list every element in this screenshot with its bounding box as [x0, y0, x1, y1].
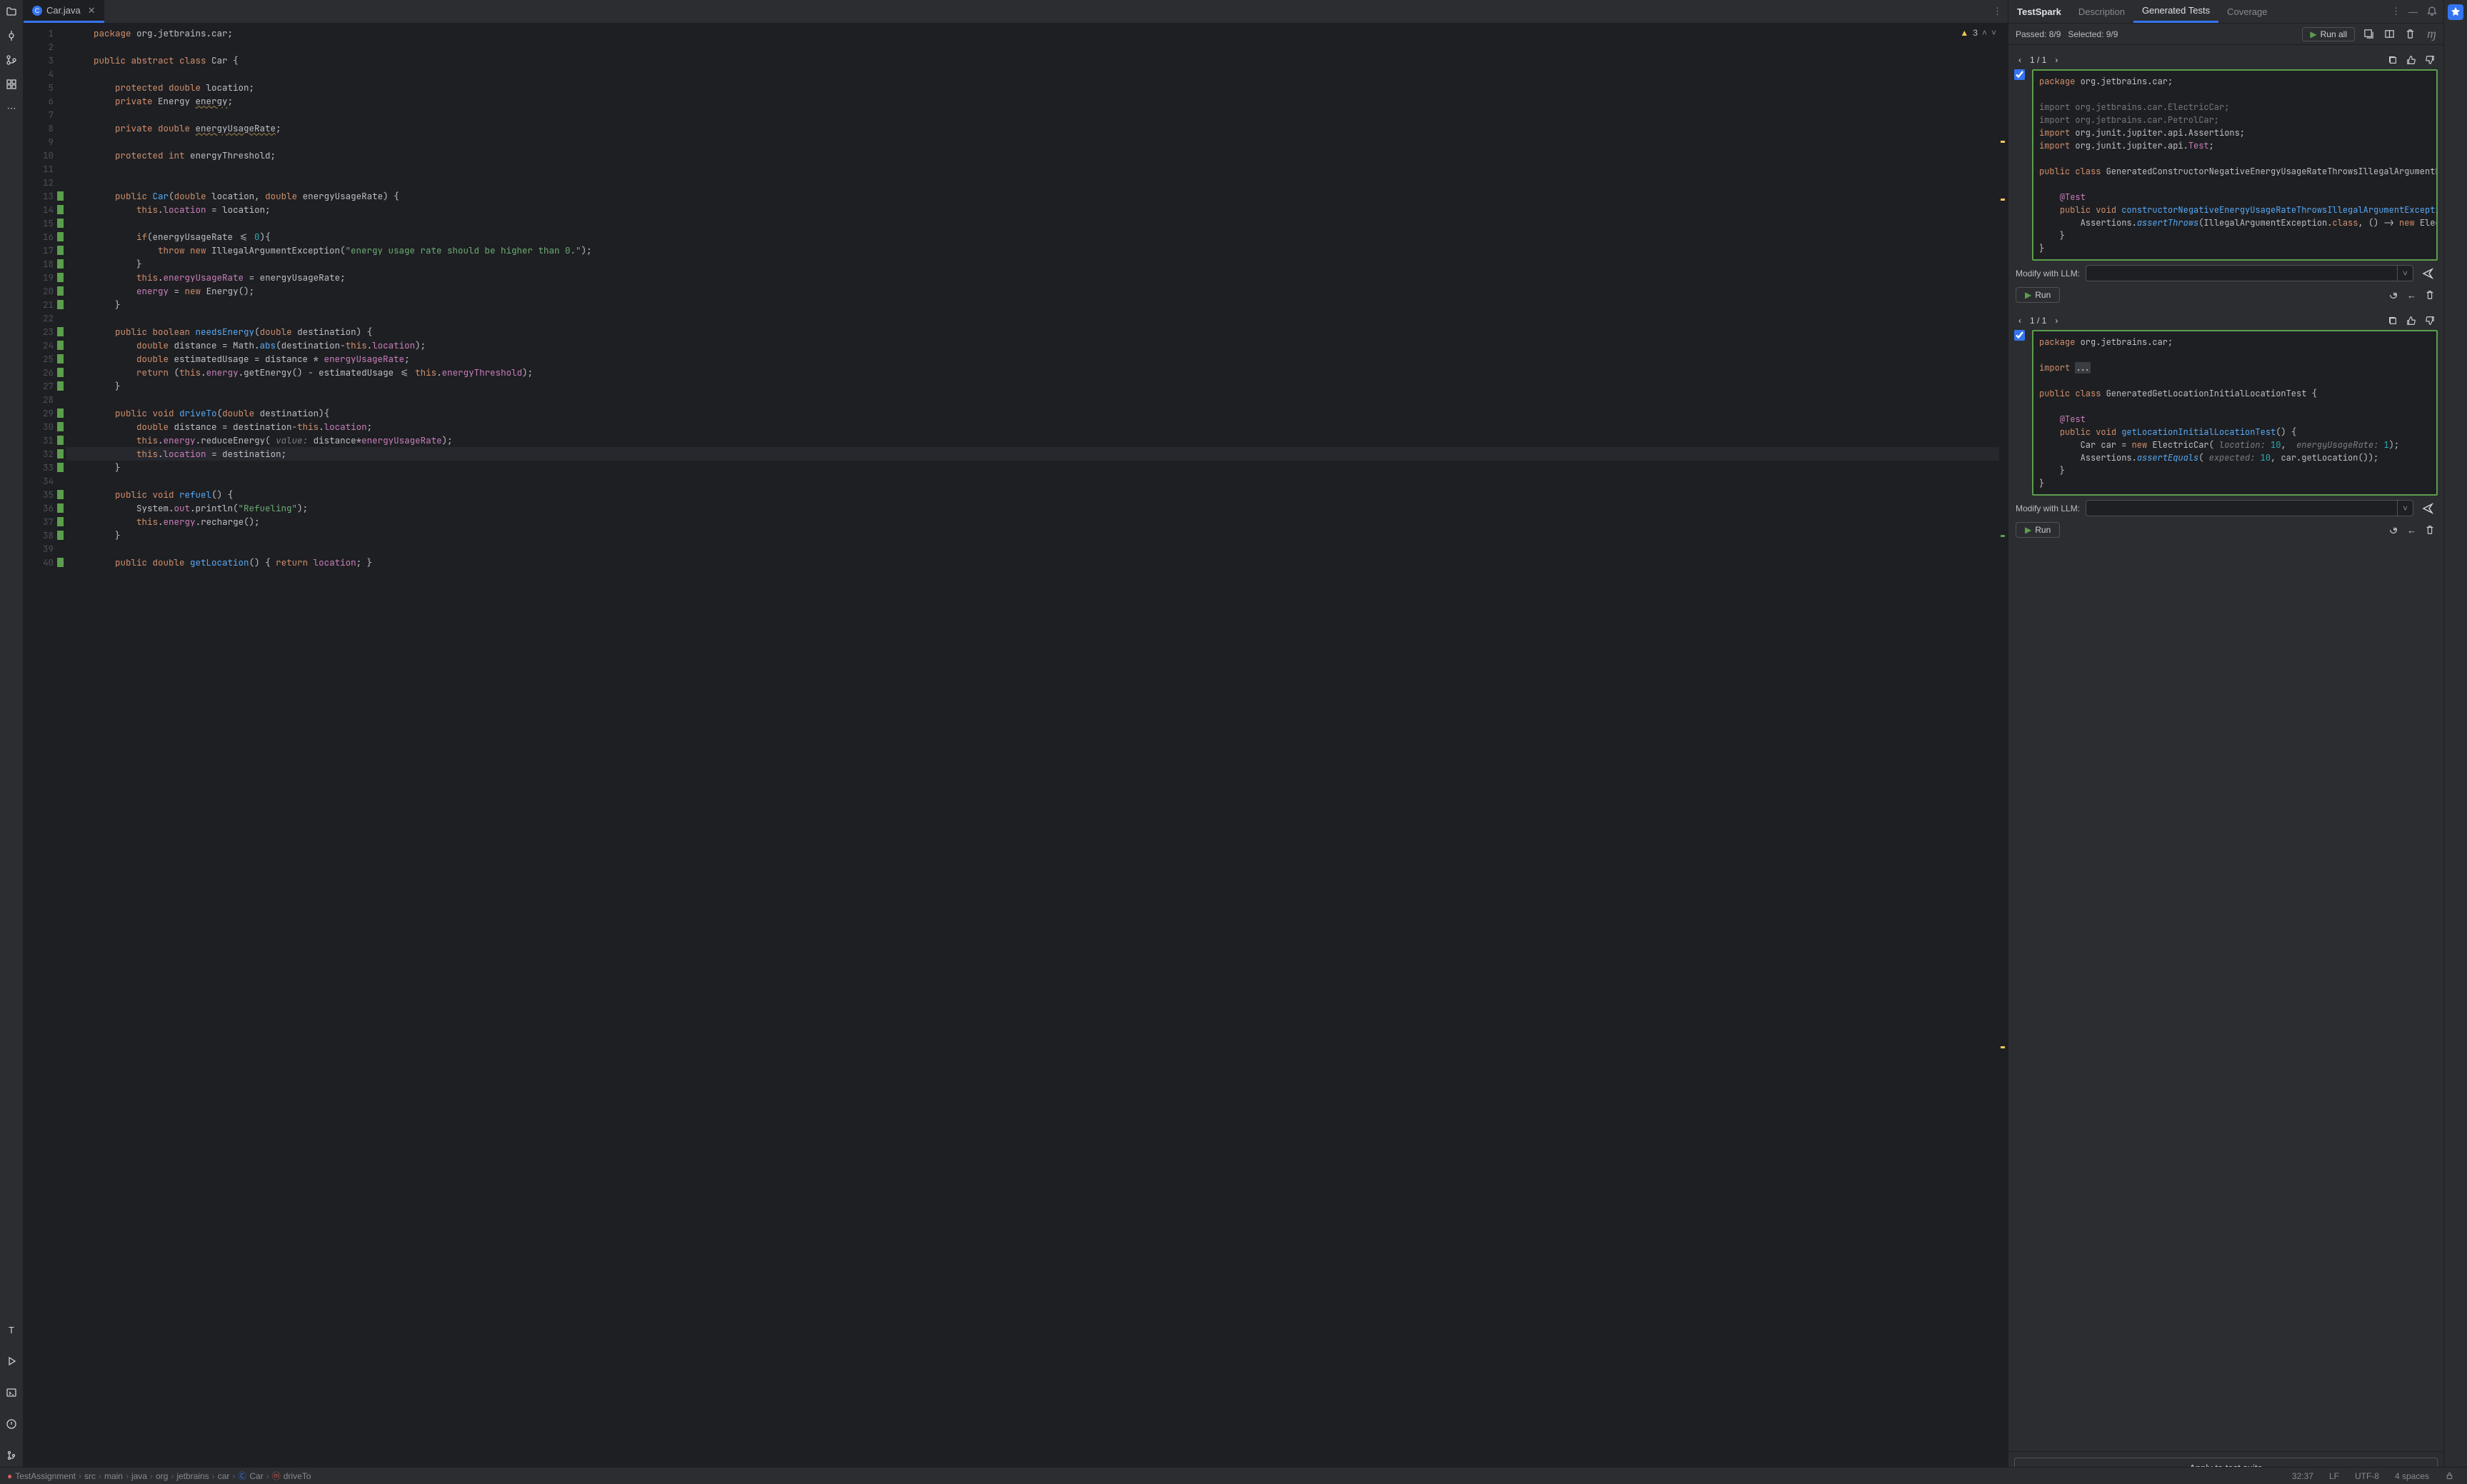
close-tab-icon[interactable]: ✕: [88, 5, 96, 16]
test-code[interactable]: package org.jetbrains.car; import ... pu…: [2032, 330, 2438, 496]
tab-description[interactable]: Description: [2070, 0, 2133, 23]
gutter: 123◉456789101112131415161718192021222324…: [24, 24, 66, 1484]
back-icon[interactable]: ←: [2406, 289, 2418, 302]
modify-input[interactable]: [2086, 265, 2398, 281]
toggle-icon[interactable]: [2383, 27, 2396, 41]
tab-more-icon[interactable]: ⋮: [1993, 6, 2002, 17]
right-toolbar: [2443, 0, 2467, 1484]
passed-count: Passed: 8/9: [2016, 29, 2061, 39]
play-icon: ▶: [2310, 29, 2316, 39]
inspection-widget[interactable]: ▲ 3 ˄ ˅: [1960, 28, 1996, 38]
project-icon[interactable]: [4, 4, 19, 19]
run-test-button[interactable]: ▶Run: [2016, 522, 2060, 538]
copy-icon[interactable]: [2386, 54, 2399, 66]
tab-coverage[interactable]: Coverage: [2218, 0, 2276, 23]
delete-all-icon[interactable]: [2403, 27, 2417, 41]
testspark-tabs: TestSpark Description Generated Tests Co…: [2008, 0, 2443, 24]
test-code[interactable]: package org.jetbrains.car; import org.je…: [2032, 69, 2438, 261]
run-tool-icon[interactable]: [4, 1354, 19, 1368]
warning-icon: ▲: [1960, 28, 1968, 38]
select-all-icon[interactable]: [2362, 27, 2376, 41]
test-checkbox[interactable]: [2014, 69, 2025, 80]
test-nav-counter: 1 / 1: [2030, 55, 2046, 65]
modify-label: Modify with LLM:: [2016, 503, 2080, 513]
java-class-icon: C: [32, 6, 42, 16]
modify-input[interactable]: [2086, 500, 2398, 516]
readonly-icon[interactable]: [2439, 1471, 2460, 1480]
line-separator[interactable]: LF: [2323, 1471, 2345, 1481]
breadcrumbs[interactable]: ● TestAssignment › src › main › java › o…: [7, 1470, 311, 1482]
git-icon[interactable]: [4, 1448, 19, 1463]
editor-tabs: C Car.java ✕ ⋮: [24, 0, 2008, 24]
encoding[interactable]: UTF-8: [2349, 1471, 2385, 1481]
thumbs-up-icon[interactable]: [2405, 54, 2418, 66]
send-icon[interactable]: [2419, 266, 2436, 281]
test-card: ‹ 1 / 1 › package org.jetbrains.car; imp…: [2014, 311, 2438, 539]
status-bar: ● TestAssignment › src › main › java › o…: [0, 1467, 2467, 1484]
editor-column: C Car.java ✕ ⋮ ▲ 3 ˄ ˅ 123◉4567891011121…: [24, 0, 2008, 1484]
prev-test-icon[interactable]: ‹: [2016, 54, 2024, 66]
thumbs-down-icon[interactable]: [2423, 54, 2436, 66]
test-checkbox[interactable]: [2014, 330, 2025, 341]
test-stats-bar: Passed: 8/9 Selected: 9/9 ▶ Run all ɱ: [2008, 24, 2443, 45]
vcs-icon[interactable]: [4, 53, 19, 67]
thumbs-up-icon[interactable]: [2405, 314, 2418, 327]
inspection-up-icon[interactable]: ˄: [1982, 28, 1987, 38]
modify-dropdown-icon[interactable]: ˅: [2398, 265, 2413, 281]
delete-test-icon[interactable]: [2423, 289, 2436, 301]
next-test-icon[interactable]: ›: [2052, 54, 2061, 66]
copy-icon[interactable]: [2386, 314, 2399, 327]
modify-label: Modify with LLM:: [2016, 269, 2080, 279]
error-stripe[interactable]: [1999, 24, 2008, 1484]
next-test-icon[interactable]: ›: [2052, 314, 2061, 327]
run-all-button[interactable]: ▶ Run all: [2302, 27, 2355, 41]
notifications-icon[interactable]: [2426, 6, 2438, 17]
prev-test-icon[interactable]: ‹: [2016, 314, 2024, 327]
testspark-panel: TestSpark Description Generated Tests Co…: [2008, 0, 2443, 1484]
testspark-tool-icon[interactable]: [2448, 4, 2463, 20]
editor[interactable]: ▲ 3 ˄ ˅ 123◉4567891011121314151617181920…: [24, 24, 2008, 1484]
send-icon[interactable]: [2419, 501, 2436, 516]
left-toolbar: ⋯ T: [0, 0, 24, 1484]
model-logo-icon: ɱ: [2427, 26, 2436, 41]
tests-list: ‹ 1 / 1 › package org.jetbrains.car; imp…: [2008, 45, 2443, 1451]
reset-icon[interactable]: [2387, 523, 2400, 536]
tab-generated-tests[interactable]: Generated Tests: [2133, 0, 2218, 23]
more-icon[interactable]: ⋯: [4, 101, 19, 116]
problems-icon[interactable]: [4, 1417, 19, 1431]
back-icon[interactable]: ←: [2406, 523, 2418, 537]
terminal-icon[interactable]: [4, 1385, 19, 1400]
commit-icon[interactable]: [4, 29, 19, 43]
indent[interactable]: 4 spaces: [2389, 1471, 2435, 1481]
panel-options-icon[interactable]: ⋮: [2391, 6, 2401, 17]
thumbs-down-icon[interactable]: [2423, 314, 2436, 327]
modify-dropdown-icon[interactable]: ˅: [2398, 500, 2413, 516]
caret-position[interactable]: 32:37: [2286, 1471, 2319, 1481]
tab-filename: Car.java: [46, 5, 81, 16]
testspark-title: TestSpark: [2008, 0, 2070, 23]
delete-test-icon[interactable]: [2423, 523, 2436, 536]
test-nav-counter: 1 / 1: [2030, 316, 2046, 326]
warning-count: 3: [1973, 28, 1978, 38]
test-card: ‹ 1 / 1 › package org.jetbrains.car; imp…: [2014, 51, 2438, 304]
structure-icon[interactable]: [4, 77, 19, 91]
code-area[interactable]: package org.jetbrains.car; public abstra…: [66, 24, 1999, 1484]
run-test-button[interactable]: ▶Run: [2016, 287, 2060, 303]
reset-icon[interactable]: [2387, 289, 2400, 301]
panel-minimize-icon[interactable]: —: [2408, 6, 2418, 17]
file-tab[interactable]: C Car.java ✕: [24, 0, 104, 23]
inspection-down-icon[interactable]: ˅: [1991, 28, 1996, 38]
selected-count: Selected: 9/9: [2068, 29, 2118, 39]
text-tool-icon[interactable]: T: [4, 1323, 19, 1337]
